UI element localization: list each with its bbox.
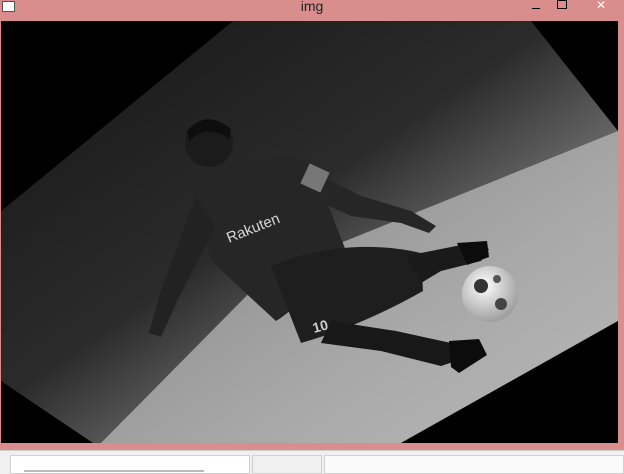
maximize-icon	[557, 0, 567, 9]
image-window: img ✕ Rakuten 10	[0, 0, 624, 450]
maximize-button[interactable]	[550, 0, 574, 14]
title-bar[interactable]: img ✕	[0, 0, 624, 21]
rotated-photo: Rakuten 10	[1, 21, 618, 443]
minimize-icon	[532, 8, 540, 9]
close-icon: ✕	[595, 0, 607, 12]
status-field-3	[324, 455, 624, 474]
status-scroll-track[interactable]	[24, 470, 204, 472]
image-canvas[interactable]: Rakuten 10	[1, 21, 618, 443]
football	[462, 266, 518, 322]
minimize-button[interactable]	[524, 0, 548, 14]
close-button[interactable]: ✕	[578, 0, 624, 14]
status-bar	[0, 450, 624, 474]
status-field-2	[252, 455, 322, 474]
